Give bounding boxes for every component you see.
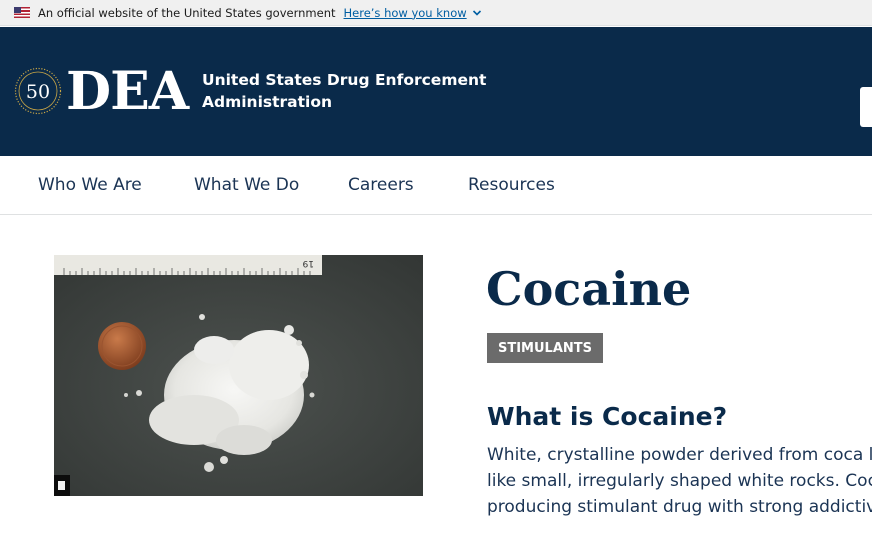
dea-50th-anniversary-seal-icon[interactable]: 50 [14,67,62,115]
gov-banner: An official website of the United States… [0,0,872,26]
chevron-down-icon [472,9,481,16]
section-body-line: producing stimulant drug with strong add… [487,497,872,517]
agency-name[interactable]: United States Drug Enforcement Administr… [202,69,486,113]
seal-number: 50 [26,81,50,103]
section-heading: What is Cocaine? [487,402,728,431]
nav-item-who-we-are[interactable]: Who We Are [38,175,142,195]
us-flag-icon [14,7,30,18]
section-body-line: like small, irregularly shaped white roc… [487,471,872,491]
heres-how-you-know-label[interactable]: Here’s how you know [344,6,467,20]
dea-logo[interactable]: DEA [66,64,189,120]
nav-item-what-we-do[interactable]: What We Do [194,175,299,195]
cocaine-photo: 19 [54,255,423,496]
category-tag-stimulants[interactable]: STIMULANTS [487,333,603,363]
section-body: White, crystalline powder derived from c… [487,442,872,520]
agency-name-line2: Administration [202,93,333,111]
heres-how-you-know-link[interactable]: Here’s how you know [344,6,482,20]
main-nav: Who We Are What We Do Careers Resources [0,156,872,215]
search-input[interactable] [860,87,872,127]
site-header: 50 DEA United States Drug Enforcement Ad… [0,27,872,156]
ruler-label: 19 [302,258,314,268]
nav-item-careers[interactable]: Careers [348,175,414,195]
page-title: Cocaine [486,262,692,316]
section-body-line: White, crystalline powder derived from c… [487,445,872,465]
nav-item-resources[interactable]: Resources [468,175,555,195]
gov-banner-text: An official website of the United States… [38,5,336,20]
agency-name-line1: United States Drug Enforcement [202,71,487,89]
